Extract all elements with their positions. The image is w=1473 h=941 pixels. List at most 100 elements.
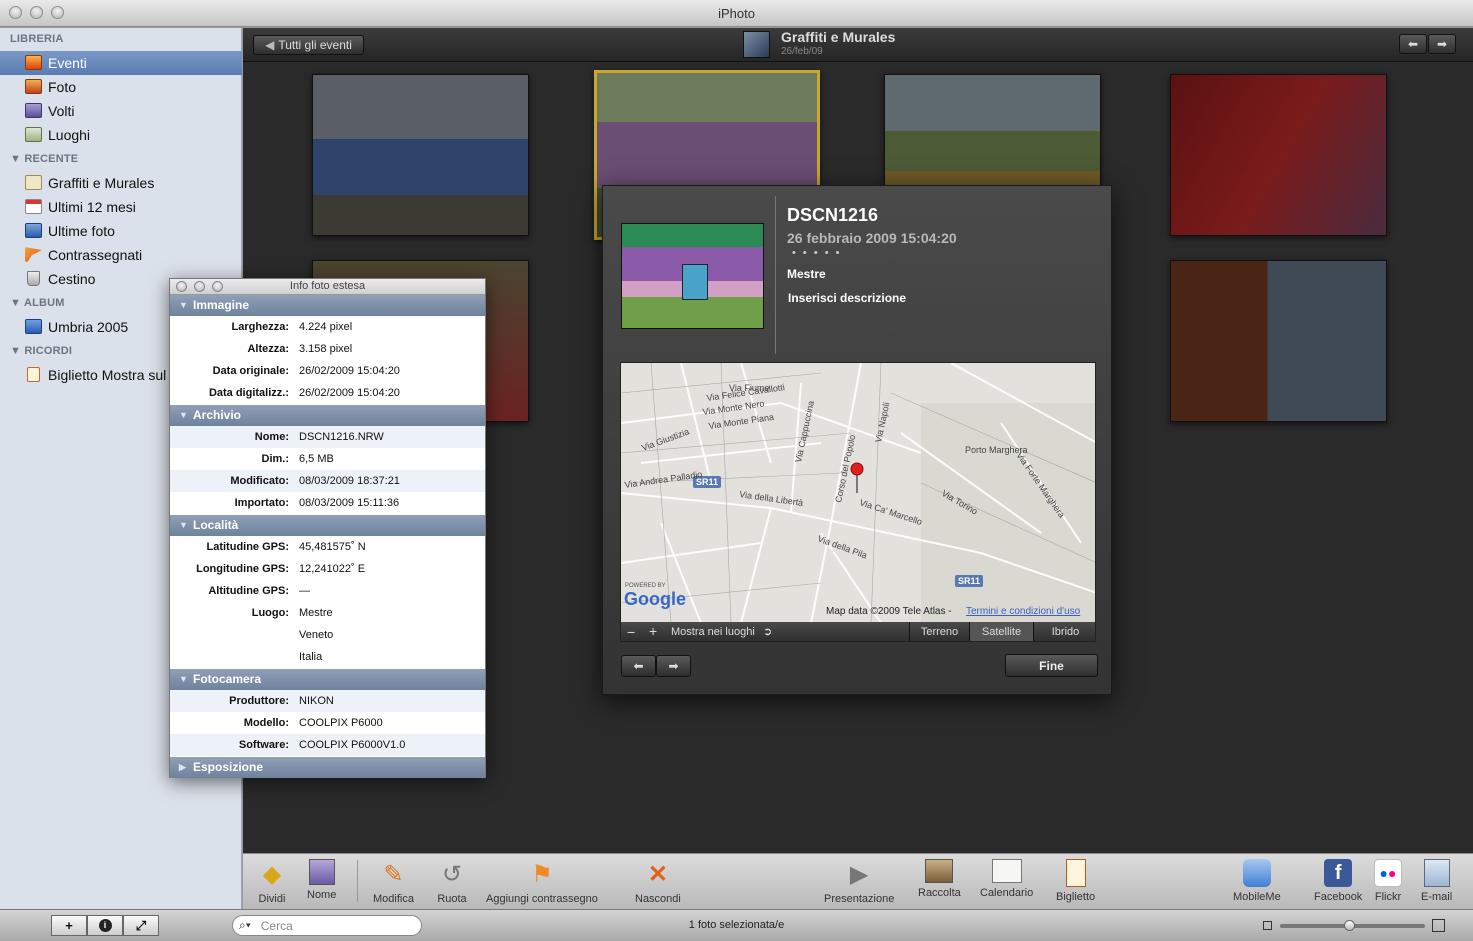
section-label: RECENTE (24, 153, 79, 165)
info-key: Data digitalizz.: (208, 387, 289, 399)
info-row: Software: COOLPIX P6000V1.0 (170, 734, 485, 756)
done-button[interactable]: Fine (1005, 654, 1098, 677)
sidebar-item-ultimi-12-mesi[interactable]: Ultimi 12 mesi (0, 195, 242, 219)
info-row: Longitudine GPS: 12,241022˚ E (170, 558, 485, 580)
facebook-button[interactable]: f Facebook (1314, 859, 1362, 903)
sidebar-item-ultime-foto[interactable]: Ultime foto (0, 219, 242, 243)
hide-icon: ✕ (647, 860, 668, 888)
hide-button[interactable]: ✕ Nascondi (635, 859, 681, 906)
disclosure-triangle-icon: ▼ (179, 300, 188, 310)
toolbar-label: Flickr (1374, 891, 1402, 903)
info-value: 45,481575˚ N (299, 541, 366, 553)
toolbar-label: Modifica (373, 893, 414, 905)
toolbar-label: Ruota (437, 893, 467, 905)
info-row: Altitudine GPS: — (170, 580, 485, 602)
map-mode-hybrid[interactable]: Ibrido (1033, 622, 1095, 641)
map-mode-terrain[interactable]: Terreno (909, 622, 969, 641)
map-attribution: Map data ©2009 Tele Atlas - (826, 606, 952, 617)
info-key: Dim.: (261, 453, 290, 465)
sidebar-item-eventi[interactable]: Eventi (0, 51, 242, 75)
sidebar-item-luoghi[interactable]: Luoghi (0, 123, 242, 147)
add-flag-button[interactable]: ⚑ Aggiungi contrassegno (486, 859, 598, 906)
window-titlebar[interactable]: iPhoto (0, 0, 1473, 27)
previous-photo-button[interactable]: ⬅ (621, 655, 656, 677)
sidebar-item-volti[interactable]: Volti (0, 99, 242, 123)
map-mode-satellite[interactable]: Satellite (969, 622, 1033, 641)
disclosure-triangle-icon: ▼ (179, 674, 188, 684)
map-view[interactable]: SR11 SR11 Porto Marghera Via della Liber… (620, 362, 1096, 642)
next-photo-button[interactable]: ➡ (656, 655, 691, 677)
email-button[interactable]: E-mail (1421, 859, 1452, 903)
toolbar-label: E-mail (1421, 891, 1453, 903)
photo-preview-thumbnail (621, 223, 764, 329)
edit-button[interactable]: ✎ Modifica (373, 859, 414, 906)
info-key: Software: (238, 739, 289, 751)
slideshow-button[interactable]: ▶ Presentazione (824, 859, 895, 906)
sidebar-item-label: Ultime foto (48, 223, 115, 239)
group-esposizione[interactable]: ▶ Esposizione (170, 757, 485, 778)
split-icon: ◆ (262, 860, 282, 888)
sidebar-item-label: Biglietto Mostra sul (48, 367, 167, 383)
section-libreria: LIBRERIA (10, 33, 64, 45)
sidebar-item-foto[interactable]: Foto (0, 75, 242, 99)
info-row: Modificato: 08/03/2009 18:37:21 (170, 470, 485, 492)
mobileme-button[interactable]: MobileMe (1233, 859, 1281, 903)
group-immagine[interactable]: ▼ Immagine (170, 295, 485, 316)
photo-thumbnail[interactable] (1170, 260, 1387, 422)
toolbar-label: Nome (307, 889, 337, 901)
info-row: Nome: DSCN1216.NRW (170, 426, 485, 448)
photo-place[interactable]: Mestre (787, 267, 826, 281)
sidebar-item-graffiti[interactable]: Graffiti e Murales (0, 171, 242, 195)
info-key: Altitudine GPS: (208, 585, 289, 597)
info-row: Latitudine GPS: 45,481575˚ N (170, 536, 485, 558)
group-localita[interactable]: ▼ Località (170, 515, 485, 536)
info-row: Data originale: 26/02/2009 15:04:20 (170, 360, 485, 382)
group-archivio[interactable]: ▼ Archivio (170, 405, 485, 426)
next-event-button[interactable]: ➡ (1428, 34, 1456, 54)
zoom-slider-thumb[interactable] (1344, 920, 1355, 931)
book-button[interactable]: Raccolta (918, 859, 961, 899)
description-field[interactable]: Inserisci descrizione (788, 291, 906, 305)
info-key: Nome: (254, 431, 289, 443)
faces-icon (25, 103, 42, 118)
section-album[interactable]: ▼ ALBUM (10, 297, 65, 309)
zoom-slider-track[interactable] (1280, 920, 1425, 931)
divider (775, 196, 776, 354)
arrow-right-icon: ➡ (1436, 37, 1448, 51)
photo-name[interactable]: DSCN1216 (787, 205, 878, 226)
photo-date[interactable]: 26 febbraio 2009 15:04:20 (787, 230, 957, 246)
rotate-icon: ↺ (441, 860, 463, 888)
info-row: Importato: 08/03/2009 15:11:36 (170, 492, 485, 514)
show-in-places-link[interactable]: Mostra nei luoghi (671, 626, 755, 638)
photo-thumbnail[interactable] (1170, 74, 1387, 236)
sidebar-item-contrassegnati[interactable]: Contrassegnati (0, 243, 242, 267)
toolbar-label: Presentazione (824, 893, 895, 905)
arrow-circle-icon[interactable]: ➲ (763, 625, 772, 638)
info-panel-titlebar[interactable]: Info foto estesa (170, 279, 485, 295)
toolbar-label: Calendario (980, 887, 1034, 899)
terms-link[interactable]: Termini e condizioni d'uso (966, 606, 1080, 617)
section-recente[interactable]: ▼ RECENTE (10, 153, 78, 165)
info-key: Luogo: (251, 607, 289, 619)
all-events-back-button[interactable]: ◀ Tutti gli eventi (253, 35, 364, 55)
flickr-button[interactable]: ● ● Flickr (1374, 859, 1402, 903)
info-value: 08/03/2009 15:11:36 (299, 497, 400, 509)
card-button[interactable]: Biglietto (1056, 859, 1095, 903)
split-button[interactable]: ◆ Dividi (257, 859, 287, 906)
info-value: COOLPIX P6000V1.0 (299, 739, 406, 751)
name-button[interactable]: Nome (307, 859, 336, 901)
photo-thumbnail[interactable] (312, 74, 529, 236)
group-label: Immagine (193, 298, 250, 312)
group-fotocamera[interactable]: ▼ Fotocamera (170, 669, 485, 690)
calendar-button[interactable]: Calendario (980, 859, 1033, 899)
photo-info-overlay: DSCN1216 26 febbraio 2009 15:04:20 • • •… (602, 185, 1112, 695)
info-key: Longitudine GPS: (196, 563, 289, 575)
toolbar-label: Nascondi (635, 893, 681, 905)
event-date: 26/feb/09 (781, 46, 823, 57)
section-ricordi[interactable]: ▼ RICORDI (10, 345, 72, 357)
zoom-out-button[interactable]: − (627, 624, 635, 640)
rotate-button[interactable]: ↺ Ruota (437, 859, 467, 906)
rating-stars[interactable]: • • • • • (792, 247, 841, 259)
previous-event-button[interactable]: ⬅ (1399, 34, 1427, 54)
zoom-in-button[interactable]: + (649, 623, 657, 639)
